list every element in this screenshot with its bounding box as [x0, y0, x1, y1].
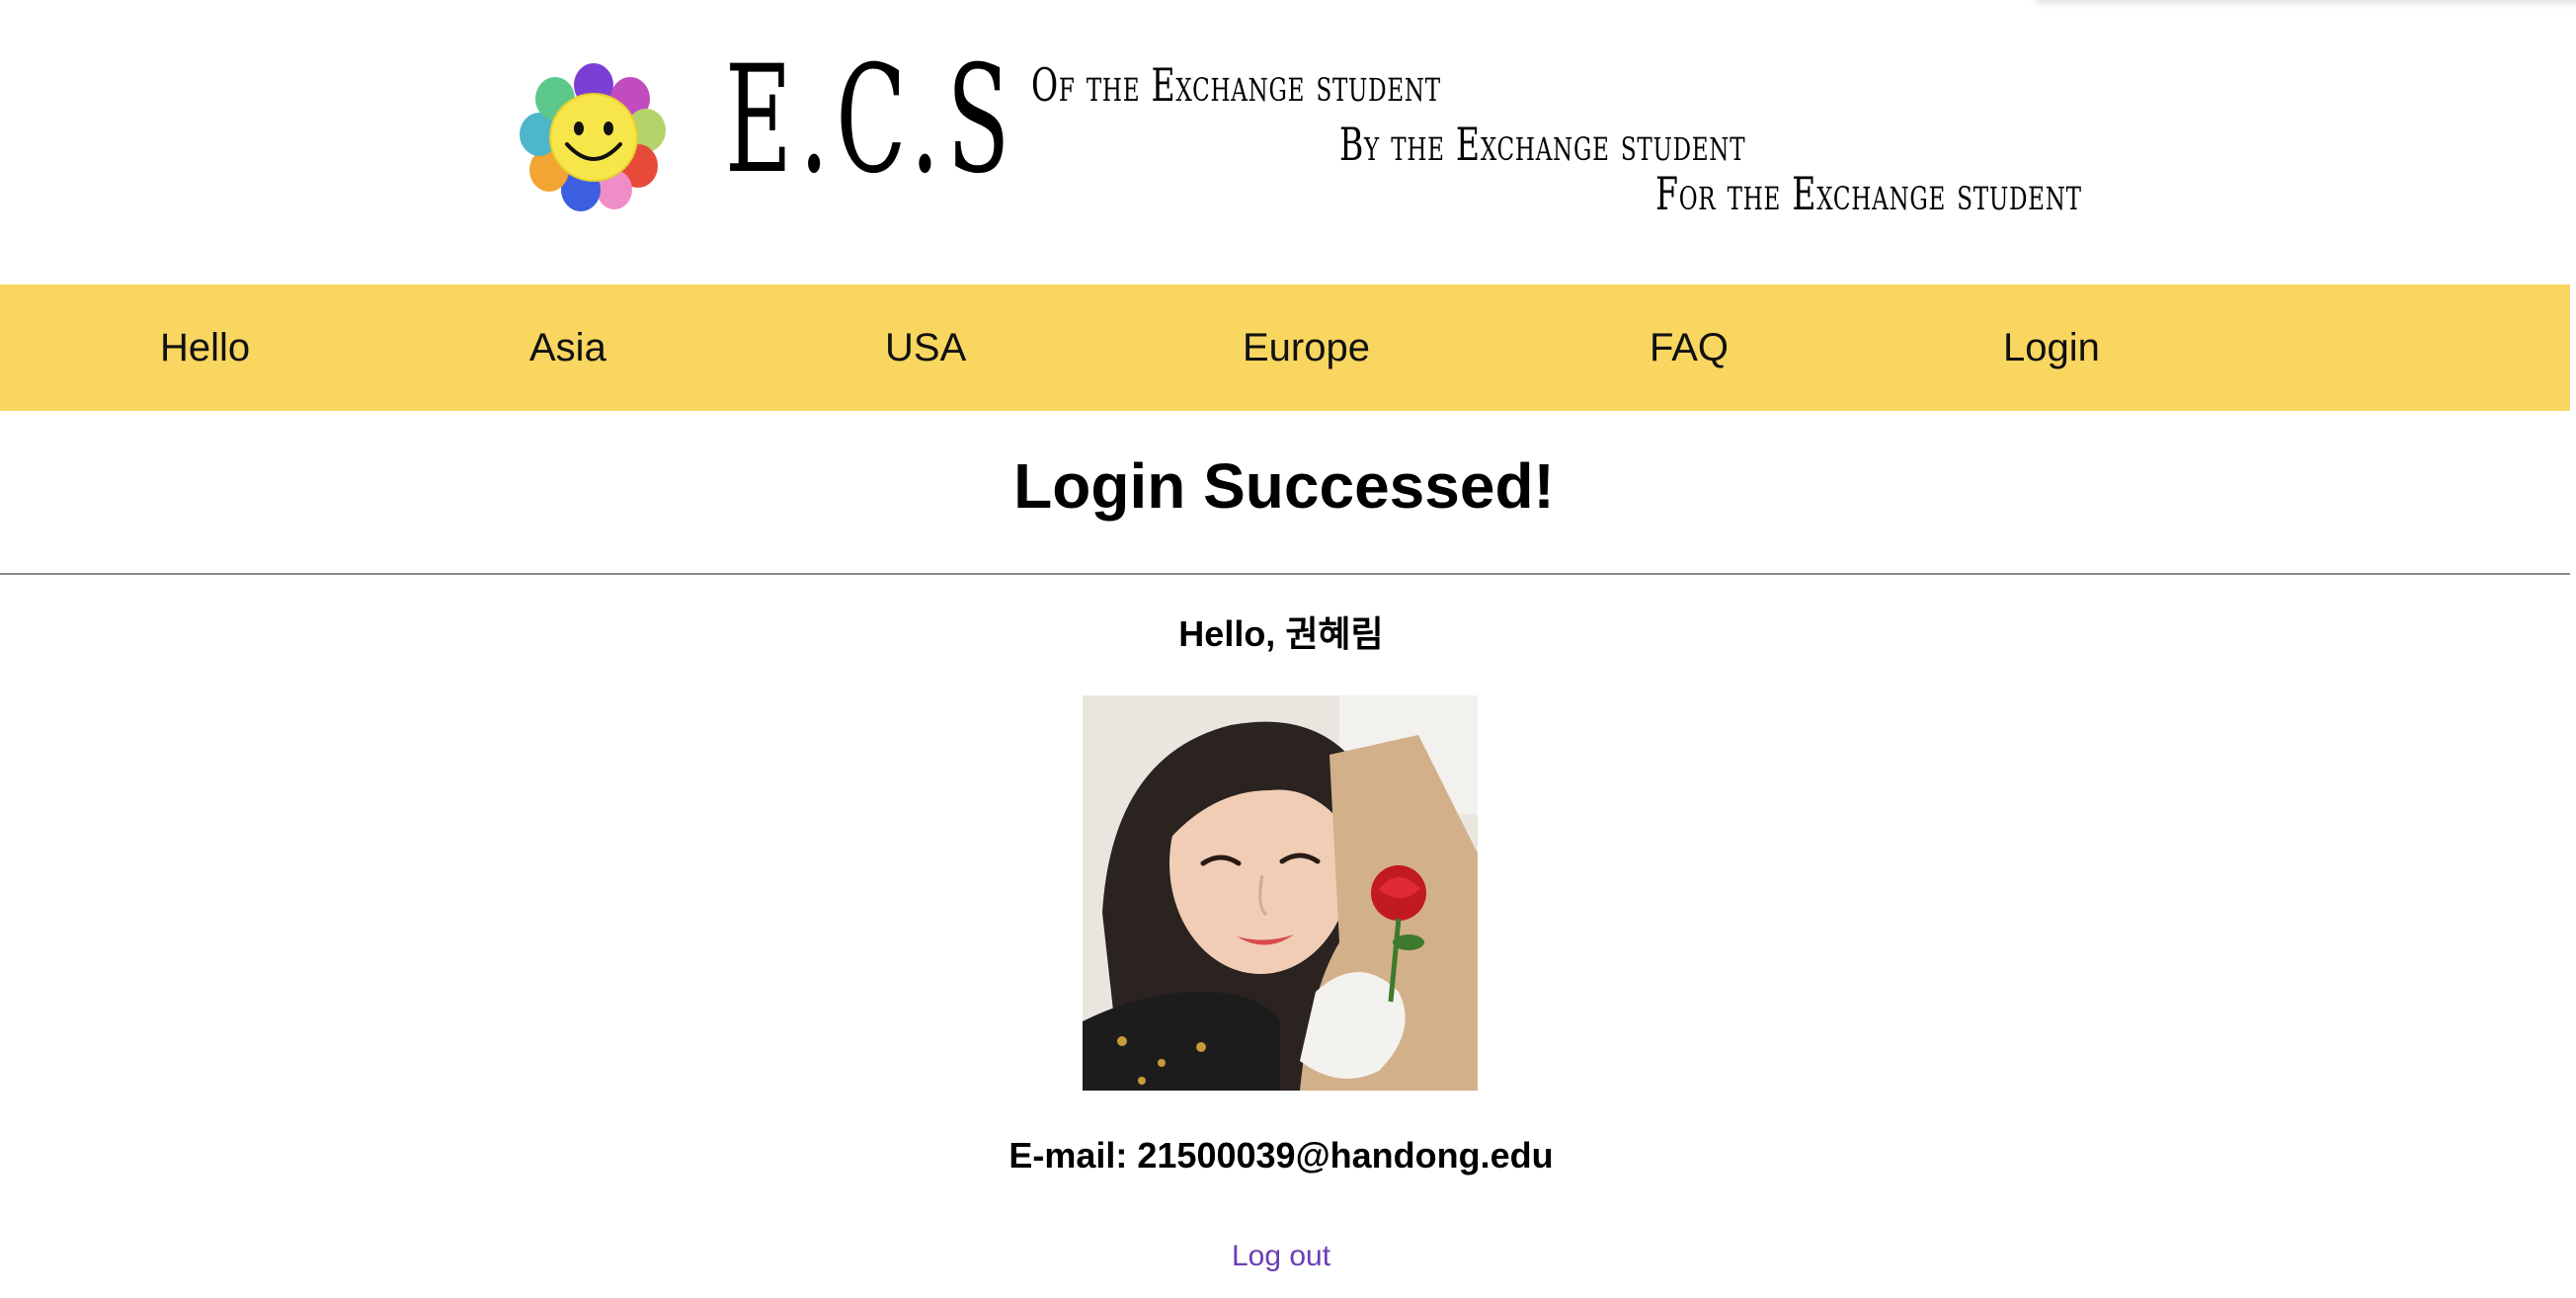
nav-item-usa[interactable]: USA: [885, 284, 966, 411]
smiley-flower-icon[interactable]: [520, 63, 668, 211]
nav-item-asia[interactable]: Asia: [529, 284, 606, 411]
profile-photo: [1083, 695, 1478, 1091]
tagline-for: For the Exchange student: [1655, 167, 2082, 220]
email-value: 21500039@handong.edu: [1137, 1135, 1554, 1176]
page-title: Login Successed!: [1013, 450, 1555, 522]
tagline-by: By the Exchange student: [1339, 118, 1746, 171]
tagline-of: Of the Exchange student: [1031, 58, 1441, 112]
site-header: E.C.S Of the Exchange student By the Exc…: [0, 0, 2576, 284]
email-label: E-mail:: [1008, 1135, 1128, 1176]
site-logo-text[interactable]: E.C.S: [725, 41, 1017, 200]
nav-item-login[interactable]: Login: [2003, 284, 2100, 411]
main-navbar: Hello Asia USA Europe FAQ Login: [0, 284, 2570, 411]
user-email: E-mail: 21500039@handong.edu: [0, 1132, 2562, 1179]
page: E.C.S Of the Exchange student By the Exc…: [0, 0, 2576, 1298]
nav-item-europe[interactable]: Europe: [1243, 284, 1370, 411]
section-divider: [0, 573, 2570, 575]
nav-item-hello[interactable]: Hello: [160, 284, 250, 411]
logout-link[interactable]: Log out: [0, 1237, 2562, 1276]
user-greeting: Hello, 권혜림: [1178, 613, 1384, 654]
nav-item-faq[interactable]: FAQ: [1650, 284, 1729, 411]
